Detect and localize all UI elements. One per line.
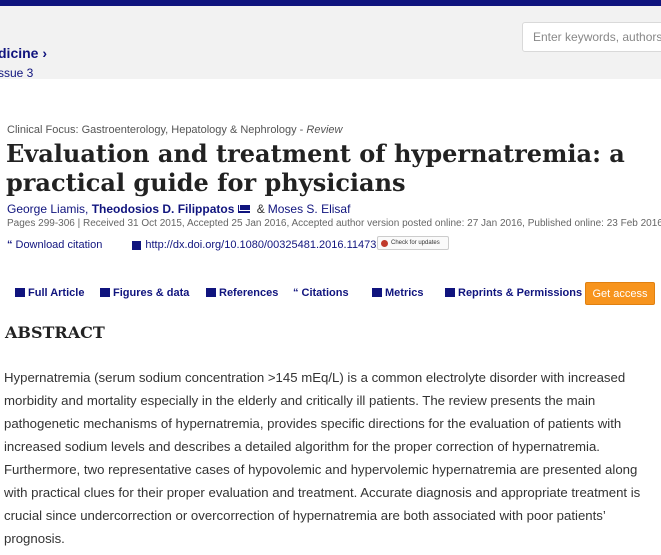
link-icon	[132, 240, 142, 250]
quote-icon: “	[293, 287, 299, 299]
author-link[interactable]: George Liamis,	[7, 202, 88, 216]
printer-icon	[445, 288, 455, 297]
abstract-text: Hypernatremia (serum sodium concentratio…	[4, 370, 641, 546]
tab-reprints-permissions[interactable]: Reprints & Permissions	[445, 287, 582, 299]
get-access-button[interactable]: Get access	[585, 282, 655, 305]
search-box	[522, 22, 661, 52]
article-type: Review	[306, 124, 343, 136]
document-icon	[15, 288, 25, 297]
tab-full-article[interactable]: Full Article	[15, 287, 84, 299]
mail-icon[interactable]	[238, 205, 251, 213]
article-links: “Download citation http://dx.doi.org/10.1…	[7, 239, 389, 251]
check-for-updates-badge[interactable]: Check for updates	[377, 236, 449, 250]
download-citation-link[interactable]: Download citation	[16, 239, 103, 251]
category-label: Clinical Focus: Gastroenterology, Hepato…	[7, 124, 307, 136]
tab-label: Reprints & Permissions	[458, 287, 583, 299]
tab-label: Citations	[301, 287, 349, 299]
tab-citations[interactable]: “Citations	[293, 287, 349, 299]
search-input[interactable]	[523, 23, 661, 51]
author-list: George Liamis, Theodosios D. Filippatos …	[7, 202, 350, 216]
tab-label: Figures & data	[113, 287, 190, 299]
image-icon	[100, 288, 110, 297]
doi-link[interactable]: http://dx.doi.org/10.1080/00325481.2016.…	[145, 239, 388, 251]
author-link[interactable]: Moses S. Elisaf	[268, 202, 351, 216]
article-category: Clinical Focus: Gastroenterology, Hepato…	[7, 124, 342, 136]
book-icon	[206, 288, 216, 297]
journal-link[interactable]: dicine ›	[0, 45, 47, 61]
check-updates-label: Check for updates	[391, 240, 440, 246]
tab-references[interactable]: References	[206, 287, 278, 299]
crossmark-icon	[381, 239, 388, 247]
bar-chart-icon	[372, 288, 382, 297]
article-tabs: Full Article Figures & data References “…	[0, 281, 661, 305]
author-link-corresponding[interactable]: Theodosios D. Filippatos	[92, 202, 235, 216]
article-title: Evaluation and treatment of hypernatremi…	[6, 139, 625, 197]
authors-ampersand: &	[256, 202, 265, 216]
tab-label: References	[219, 287, 279, 299]
tab-metrics[interactable]: Metrics	[372, 287, 424, 299]
tab-label: Full Article	[28, 287, 85, 299]
quote-icon: “	[7, 239, 13, 252]
publication-history: Pages 299-306 | Received 31 Oct 2015, Ac…	[7, 218, 661, 229]
abstract-heading: ABSTRACT	[5, 323, 105, 342]
tab-figures-data[interactable]: Figures & data	[100, 287, 189, 299]
tab-label: Metrics	[385, 287, 424, 299]
issue-link[interactable]: ssue 3	[0, 66, 33, 80]
